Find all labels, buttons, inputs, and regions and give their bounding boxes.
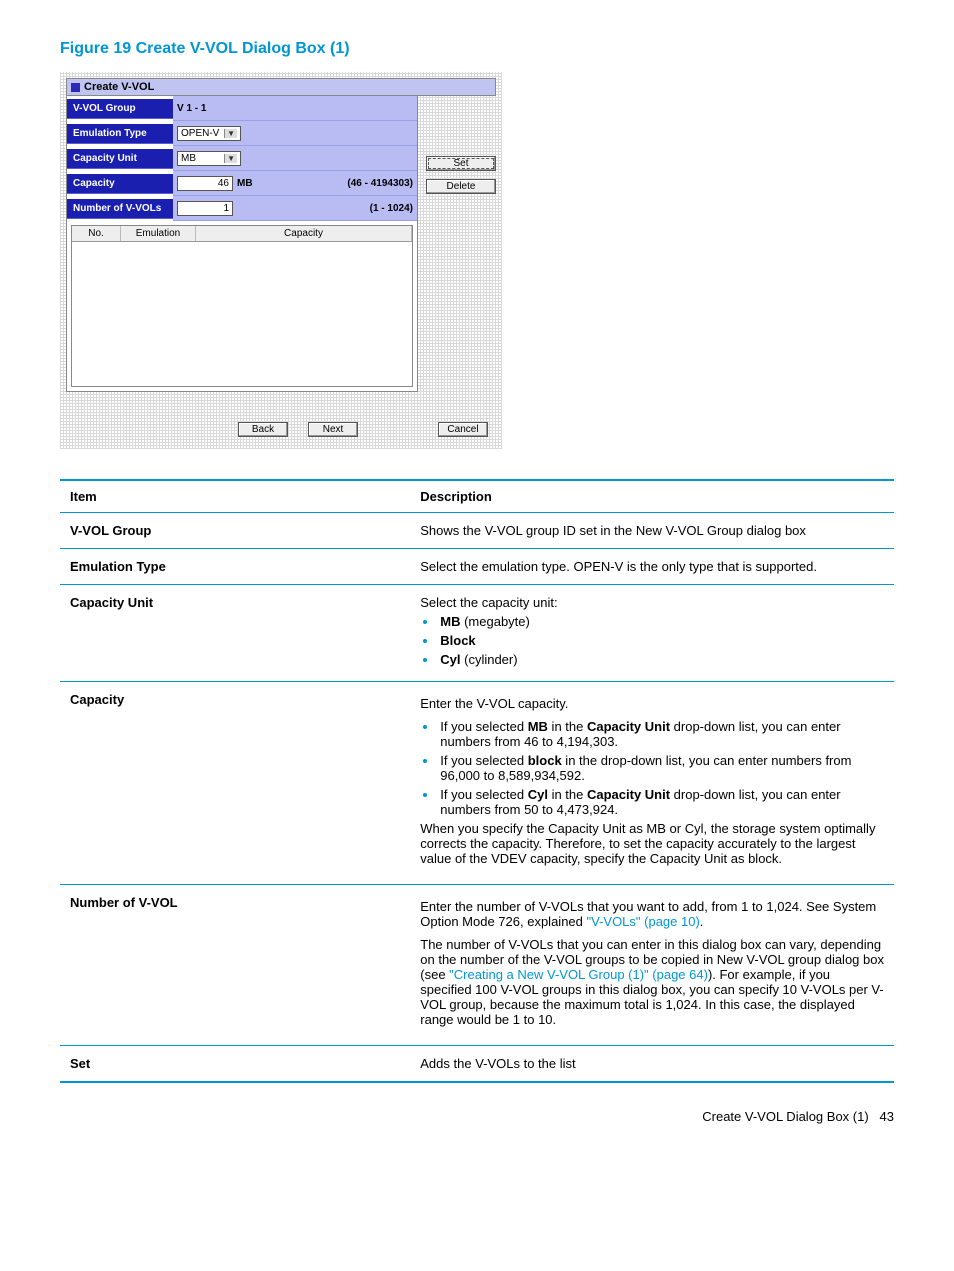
create-vvol-dialog: Create V-VOL V-VOL Group V 1 - 1 Emulati…: [60, 72, 502, 449]
list-header: No. Emulation Capacity: [72, 226, 412, 242]
table-row: Emulation Type Select the emulation type…: [60, 549, 894, 585]
item-capacity: Capacity: [60, 682, 410, 885]
cancel-button[interactable]: Cancel: [438, 422, 488, 437]
desc-set: Adds the V-VOLs to the list: [410, 1046, 894, 1083]
link-create-vvol-group-page64[interactable]: "Creating a New V-VOL Group (1)" (page 6…: [449, 967, 708, 982]
capacity-input[interactable]: [177, 176, 233, 191]
vvol-listbox[interactable]: No. Emulation Capacity: [71, 225, 413, 387]
number-range-hint: (1 - 1024): [370, 203, 413, 214]
capacity-range-hint: (46 - 4194303): [347, 178, 413, 189]
capacity-unit-text: MB: [237, 178, 253, 189]
back-button[interactable]: Back: [238, 422, 288, 437]
capacity-unit-label: Capacity Unit: [67, 149, 173, 169]
item-set: Set: [60, 1046, 410, 1083]
desc-emulation-type: Select the emulation type. OPEN-V is the…: [410, 549, 894, 585]
table-row: Set Adds the V-VOLs to the list: [60, 1046, 894, 1083]
desc-vvol-group: Shows the V-VOL group ID set in the New …: [410, 513, 894, 549]
figure-title: Figure 19 Create V-VOL Dialog Box (1): [60, 40, 894, 58]
item-vvol-group: V-VOL Group: [60, 513, 410, 549]
col-no: No.: [72, 226, 121, 241]
set-button[interactable]: Set: [426, 156, 496, 171]
desc-capacity: Enter the V-VOL capacity. If you selecte…: [410, 682, 894, 885]
table-row: V-VOL Group Shows the V-VOL group ID set…: [60, 513, 894, 549]
col-capacity: Capacity: [196, 226, 412, 241]
dialog-title: Create V-VOL: [84, 81, 154, 93]
description-table: Item Description V-VOL Group Shows the V…: [60, 479, 894, 1083]
delete-button[interactable]: Delete: [426, 179, 496, 194]
chevron-down-icon: ▼: [224, 129, 237, 138]
number-vvols-label: Number of V-VOLs: [67, 199, 173, 219]
page-footer: Create V-VOL Dialog Box (1) 43: [60, 1109, 894, 1124]
col-emulation: Emulation: [121, 226, 196, 241]
header-item: Item: [60, 480, 410, 513]
desc-number-vvol: Enter the number of V-VOLs that you want…: [410, 885, 894, 1046]
vvol-group-value: V 1 - 1: [177, 103, 206, 114]
window-icon: [71, 83, 80, 92]
desc-capacity-unit: Select the capacity unit: MB (megabyte) …: [410, 585, 894, 682]
emulation-type-select[interactable]: OPEN-V▼: [177, 126, 241, 141]
item-capacity-unit: Capacity Unit: [60, 585, 410, 682]
item-emulation-type: Emulation Type: [60, 549, 410, 585]
header-description: Description: [410, 480, 894, 513]
table-row: Number of V-VOL Enter the number of V-VO…: [60, 885, 894, 1046]
next-button[interactable]: Next: [308, 422, 358, 437]
item-number-vvol: Number of V-VOL: [60, 885, 410, 1046]
emulation-type-label: Emulation Type: [67, 124, 173, 144]
capacity-label: Capacity: [67, 174, 173, 194]
capacity-unit-select[interactable]: MB▼: [177, 151, 241, 166]
vvol-group-label: V-VOL Group: [67, 99, 173, 119]
table-row: Capacity Enter the V-VOL capacity. If yo…: [60, 682, 894, 885]
table-row: Capacity Unit Select the capacity unit: …: [60, 585, 894, 682]
dialog-titlebar: Create V-VOL: [66, 78, 496, 96]
chevron-down-icon: ▼: [224, 154, 237, 163]
number-vvols-input[interactable]: [177, 201, 233, 216]
link-vvols-page10[interactable]: "V-VOLs" (page 10): [587, 914, 700, 929]
